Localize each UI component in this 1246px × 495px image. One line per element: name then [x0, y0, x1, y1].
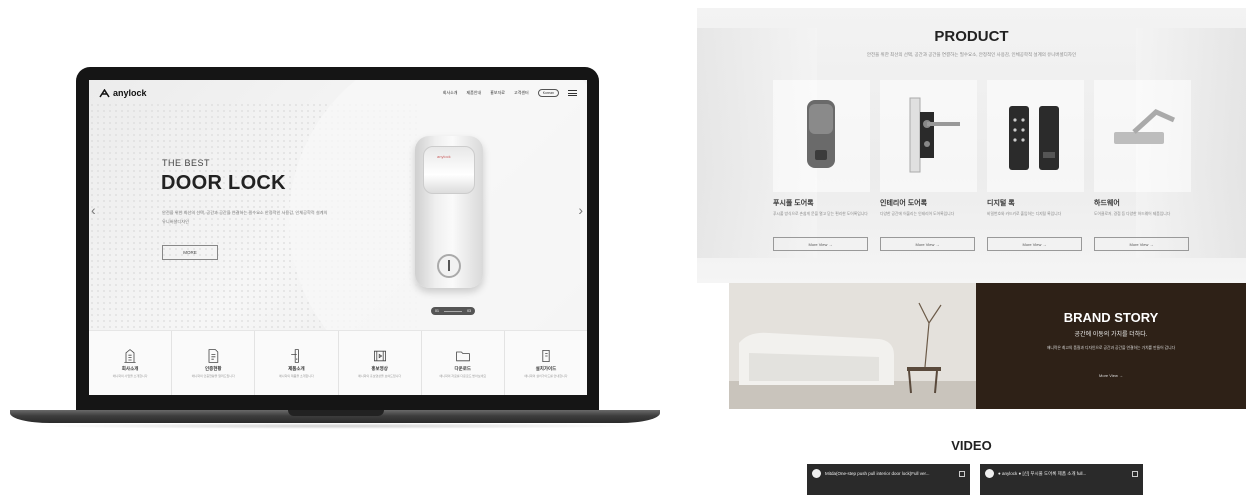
- product-cards: 푸시풀 도어록 푸시풀 방식으로 손쉽게 문을 열고 닫는 편리한 도어록입니다…: [773, 80, 1191, 252]
- product-image-pushpull: [773, 80, 870, 192]
- video-thumbnail[interactable]: ● anylock ● [신] 푸시풀 도어록 제품 소개 full...: [980, 464, 1143, 495]
- language-pill[interactable]: Korean: [537, 89, 559, 97]
- quick-link-desc: 애니락의 자료를 다운로드 받아보세요: [439, 374, 487, 378]
- product-name: 하드웨어: [1094, 200, 1120, 207]
- site-logo[interactable]: anylock: [99, 88, 147, 98]
- key-cylinder-icon: [437, 254, 461, 278]
- webpage-preview: PRODUCT 안전을 위한 최선의 선택, 공간과 공간을 연결하는 필수요소…: [697, 8, 1246, 495]
- quick-link-video[interactable]: 홍보영상 애니락의 홍보영상을 보여드립니다: [338, 331, 422, 395]
- push-pull-lock-icon: [807, 100, 835, 168]
- product-image-hardware: [1094, 80, 1191, 192]
- slider-indicator[interactable]: 01 03: [431, 307, 475, 315]
- hero-more-button[interactable]: MORE: [162, 245, 218, 260]
- laptop-notch: [288, 410, 384, 416]
- quick-link-certification[interactable]: 인증현황 애니락의 인증현황을 알려드립니다: [172, 331, 256, 395]
- nav-item-company[interactable]: 회사소개: [443, 90, 458, 96]
- slider-prev-icon[interactable]: ‹: [91, 202, 96, 218]
- product-card[interactable]: 푸시풀 도어록 푸시풀 방식으로 손쉽게 문을 열고 닫는 편리한 도어록입니다…: [773, 80, 870, 252]
- hamburger-menu-icon[interactable]: [568, 90, 577, 96]
- site-header: anylock 회사소개 제품안내 홍보자료 고객센터 Korean: [89, 80, 587, 106]
- quick-link-desc: 애니락의 홍보영상을 보여드립니다: [358, 374, 402, 378]
- product-desc: 푸시풀 방식으로 손쉽게 문을 열고 닫는 편리한 도어록입니다: [773, 212, 868, 216]
- film-icon: [373, 350, 386, 362]
- interior-lever-lock-icon: [909, 97, 960, 173]
- building-icon: [124, 349, 136, 363]
- more-view-button[interactable]: More View →: [1094, 237, 1189, 251]
- quick-link-desc: 애니락의 제품을 소개합니다: [279, 374, 314, 378]
- slider-progress-bar: [444, 310, 462, 312]
- share-icon[interactable]: [1132, 471, 1138, 477]
- nav-item-support[interactable]: 고객센터: [514, 90, 529, 96]
- laptop-mockup: anylock 회사소개 제품안내 홍보자료 고객센터 Korean THE B…: [0, 0, 680, 495]
- site-logo-text: anylock: [113, 88, 147, 98]
- more-view-button[interactable]: More View →: [880, 237, 975, 251]
- quick-link-title: 회사소개: [121, 366, 139, 371]
- product-image-digital: [987, 80, 1084, 192]
- laptop-screen: anylock 회사소개 제품안내 홍보자료 고객센터 Korean THE B…: [89, 80, 587, 395]
- quick-link-download[interactable]: 다운로드 애니락의 자료를 다운로드 받아보세요: [421, 331, 505, 395]
- certificate-icon: [208, 349, 219, 363]
- product-name: 푸시풀 도어록: [773, 200, 814, 207]
- quick-link-desc: 애니락의 설치가이드를 안내합니다: [524, 374, 568, 378]
- brand-story-panel: BRAND STORY 공간에 이동의 가치를 더하다. 애니락은 최고의 품질…: [976, 283, 1246, 409]
- hero-description: 안전을 위한 최선의 선택, 공간과 공간을 연결하는 필수요소 안정적인 사용…: [162, 210, 328, 224]
- quick-link-company[interactable]: 회사소개 애니락의 사업을 소개합니다: [89, 331, 173, 395]
- anylock-logo-icon: [99, 88, 110, 97]
- install-guide-icon: [542, 350, 550, 362]
- lock-brand-text: anylock: [437, 154, 451, 159]
- quick-link-title: 다운로드: [454, 366, 472, 371]
- quick-link-title: 설치가이드: [535, 366, 557, 371]
- video-item-title: Mitda(One-step push pull interior door l…: [825, 471, 930, 476]
- product-image-interior: [880, 80, 977, 192]
- site-menu: 회사소개 제품안내 홍보자료 고객센터 Korean: [443, 89, 577, 97]
- product-subtitle: 안전을 위한 최선의 선택, 공간과 공간을 연결하는 필수요소, 안정적인 사…: [866, 52, 1077, 57]
- product-name: 디지털 록: [987, 200, 1015, 207]
- quick-link-products[interactable]: 제품소개 애니락의 제품을 소개합니다: [255, 331, 339, 395]
- quick-link-title: 제품소개: [288, 366, 305, 371]
- video-item-title: ● anylock ● [신] 푸시풀 도어록 제품 소개 full...: [998, 471, 1087, 476]
- video-thumbnail[interactable]: Mitda(One-step push pull interior door l…: [807, 464, 970, 495]
- product-desc: 도어클로저, 경첩 등 다양한 하드웨어 제품입니다: [1094, 212, 1171, 216]
- product-desc: 비밀번호와 카드키로 출입하는 디지털 록입니다: [987, 212, 1062, 216]
- share-icon[interactable]: [959, 471, 965, 477]
- product-title: PRODUCT: [934, 28, 1009, 45]
- brand-story-section: BRAND STORY 공간에 이동의 가치를 더하다. 애니락은 최고의 품질…: [729, 283, 1246, 409]
- product-card[interactable]: 디지털 록 비밀번호와 카드키로 출입하는 디지털 록입니다 More View…: [987, 80, 1084, 252]
- product-desc: 다양한 공간에 어울리는 인테리어 도어록입니다: [880, 212, 955, 216]
- quick-link-install-guide[interactable]: 설치가이드 애니락의 설치가이드를 안내합니다: [504, 331, 587, 395]
- channel-avatar-icon: [812, 469, 821, 478]
- product-name: 인테리어 도어록: [880, 200, 928, 207]
- nav-item-pr[interactable]: 홍보자료: [490, 90, 505, 96]
- folder-icon: [455, 351, 470, 362]
- slider-next-icon[interactable]: ›: [578, 202, 583, 218]
- hero-door-lock-image: anylock: [415, 136, 483, 288]
- door-lever-icon: [291, 349, 300, 363]
- slider-total: 03: [467, 309, 471, 313]
- hero-subtitle: THE BEST: [162, 158, 211, 168]
- brand-story-more-link[interactable]: More View →: [976, 373, 1246, 378]
- quick-link-title: 인증현황: [204, 366, 222, 371]
- living-room-photo: [729, 283, 976, 409]
- digital-lock-icon: [1009, 106, 1059, 170]
- brand-story-subtitle: 공간에 이동의 가치를 더하다.: [1074, 332, 1148, 338]
- quick-links: 회사소개 애니락의 사업을 소개합니다 인증현황 애니락의 인증현황을 알려드립…: [89, 330, 587, 395]
- nav-item-products[interactable]: 제품안내: [467, 90, 482, 96]
- quick-link-title: 홍보영상: [371, 366, 388, 371]
- door-closer-icon: [1114, 109, 1176, 144]
- quick-link-desc: 애니락의 인증현황을 알려드립니다: [191, 374, 235, 378]
- more-view-button[interactable]: More View →: [987, 237, 1082, 251]
- brand-story-title: BRAND STORY: [1063, 310, 1159, 325]
- video-title: VIDEO: [951, 438, 992, 453]
- slider-current: 01: [435, 309, 439, 313]
- laptop-shadow: [30, 423, 640, 429]
- brand-story-desc: 애니락은 최고의 품질과 디자인으로 공간과 공간을 연결하는 가치를 만들어 …: [1046, 346, 1176, 350]
- hero-title: DOOR LOCK: [161, 172, 286, 194]
- product-card[interactable]: 하드웨어 도어클로저, 경첩 등 다양한 하드웨어 제품입니다 More Vie…: [1094, 80, 1191, 252]
- more-view-button[interactable]: More View →: [773, 237, 868, 251]
- product-section: PRODUCT 안전을 위한 최선의 선택, 공간과 공간을 연결하는 필수요소…: [697, 8, 1246, 283]
- channel-avatar-icon: [985, 469, 994, 478]
- product-card[interactable]: 인테리어 도어록 다양한 공간에 어울리는 인테리어 도어록입니다 More V…: [880, 80, 977, 252]
- sofa-illustration: [729, 283, 976, 409]
- quick-link-desc: 애니락의 사업을 소개합니다: [112, 374, 148, 378]
